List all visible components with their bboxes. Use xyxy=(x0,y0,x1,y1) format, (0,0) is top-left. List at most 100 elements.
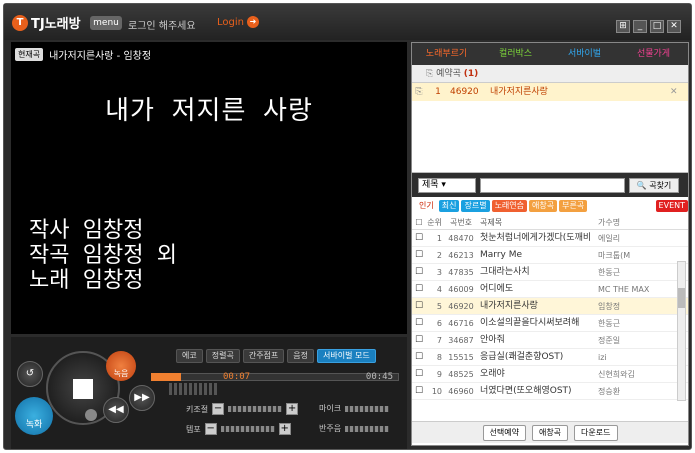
song-code: 46009 xyxy=(448,285,474,294)
filter-chip[interactable]: 부른곡 xyxy=(559,200,588,212)
filter-chip[interactable]: 노래연습 xyxy=(491,200,528,212)
song-row[interactable]: ☐ 7 34687 안아줘 정준일 xyxy=(412,332,688,349)
tempo-slider[interactable] xyxy=(220,426,275,432)
song-title: 내가저지른사랑 xyxy=(480,301,538,311)
tab-sing[interactable]: 노래부르기 xyxy=(412,43,481,65)
now-playing-title: 내가저지른사랑 - 임창정 xyxy=(49,51,152,62)
key-up-button[interactable]: + xyxy=(286,403,299,415)
panel-tabs: 노래부르기 컬러박스 서바이벌 선물가게 xyxy=(412,43,688,65)
row-checkbox[interactable]: ☐ xyxy=(412,315,426,331)
seek-track[interactable] xyxy=(151,373,399,381)
filter-chip[interactable]: EVENT xyxy=(655,200,688,212)
stop-icon[interactable] xyxy=(73,379,93,399)
song-rank: 1 xyxy=(436,234,442,243)
accomp-volume-slider[interactable] xyxy=(345,425,390,432)
row-checkbox[interactable]: ☐ xyxy=(412,247,426,263)
reserve-selected-button[interactable]: 선택예약 xyxy=(482,424,526,441)
search-field-select[interactable]: 제목 ▾ xyxy=(418,177,476,193)
song-row[interactable]: ☐ 4 46009 어디에도 MC THE MAX xyxy=(412,281,688,298)
song-list-header: ☐ 순위 곡번호 곡제목 가수명 xyxy=(412,215,688,230)
row-checkbox[interactable]: ☐ xyxy=(412,349,426,365)
tab-colorbox[interactable]: 컬러박스 xyxy=(481,43,550,65)
replay-icon[interactable]: ↺ xyxy=(17,361,43,387)
now-playing: 현재곡 내가저지른사랑 - 임창정 xyxy=(15,47,151,62)
song-rank: 10 xyxy=(431,387,442,396)
song-row[interactable]: ☐ 5 46920 내가저지른사랑 임창정 xyxy=(412,298,688,315)
filter-chip[interactable]: 인기 xyxy=(416,200,437,212)
player-controls: ↺ ▶▶ ◀◀ 녹화 녹음 에코 정렬곡 간주점프 음정 서바이벌 모드 00:… xyxy=(11,337,407,449)
reorder-icon[interactable]: ⎘ xyxy=(412,83,426,101)
song-row[interactable]: ☐ 2 46213 Marry Me 마크툽(M xyxy=(412,247,688,264)
select-all-checkbox[interactable]: ☐ xyxy=(412,215,426,229)
lyrics-screen: 현재곡 내가저지른사랑 - 임창정 내가 저지른 사랑 작사 임창정 작곡 임창… xyxy=(11,42,407,334)
song-code: 47835 xyxy=(448,268,474,277)
row-checkbox[interactable]: ☐ xyxy=(412,230,426,246)
menu-button[interactable]: menu xyxy=(90,16,122,30)
search-input[interactable] xyxy=(480,177,625,193)
record-label: 녹화 xyxy=(25,420,43,430)
seek-fill xyxy=(151,373,181,381)
song-title: 어디에도 xyxy=(480,284,514,294)
tempo-up-button[interactable]: + xyxy=(278,423,291,435)
prev-icon[interactable]: ◀◀ xyxy=(103,397,129,423)
reserved-song-row[interactable]: ⎘ 1 46920 내가저지른사랑 ✕ xyxy=(412,83,688,101)
mode-echo[interactable]: 에코 xyxy=(176,349,203,363)
song-row[interactable]: ☐ 9 48525 오래야 신현희와김 xyxy=(412,366,688,383)
scroll-thumb[interactable] xyxy=(678,288,685,308)
song-list: ☐ 1 48470 첫눈처럼너에게가겠다(도깨비 에일리 ☐ 2 46213 Marry Me 마… xyxy=(412,230,688,400)
sing-record-button[interactable]: 녹음 xyxy=(106,351,136,381)
mic-volume-slider[interactable] xyxy=(345,405,390,412)
minimize-icon[interactable]: _ xyxy=(633,20,647,33)
header-code: 곡번호 xyxy=(449,218,473,227)
search-button[interactable]: 🔍 곡찾기 xyxy=(629,177,679,193)
login-button[interactable]: Login ➜ xyxy=(217,16,259,28)
song-artist: 한동근 xyxy=(598,319,621,328)
song-row[interactable]: ☐ 1 48470 첫눈처럼너에게가겠다(도깨비 에일리 xyxy=(412,230,688,247)
search-button-label: 곡찾기 xyxy=(649,180,672,190)
key-down-button[interactable]: − xyxy=(212,403,225,415)
song-list-scrollbar[interactable] xyxy=(677,261,686,401)
filter-chip[interactable]: 애창곡 xyxy=(529,200,558,212)
header-title: 곡제목 xyxy=(480,218,503,227)
favorite-button[interactable]: 애창곡 xyxy=(531,424,569,441)
row-checkbox[interactable]: ☐ xyxy=(412,383,426,399)
song-artist: 에일리 xyxy=(598,234,621,243)
song-artist: 신현희와김 xyxy=(598,370,635,379)
row-checkbox[interactable]: ☐ xyxy=(412,264,426,280)
mode-pitch[interactable]: 음정 xyxy=(287,349,315,363)
mode-interlude-skip[interactable]: 간주점프 xyxy=(242,349,285,363)
logo-mark-icon: T xyxy=(12,14,28,31)
key-slider[interactable] xyxy=(228,406,283,412)
mode-sorted[interactable]: 정렬곡 xyxy=(205,349,240,363)
search-bar: 제목 ▾ 🔍 곡찾기 xyxy=(412,173,688,197)
filter-chip[interactable]: 장르별 xyxy=(461,200,490,212)
song-credits: 작사 임창정 작곡 임창정 외 노래 임창정 xyxy=(29,218,177,293)
row-checkbox[interactable]: ☐ xyxy=(412,281,426,297)
row-checkbox[interactable]: ☐ xyxy=(412,366,426,382)
search-field-value: 제목 xyxy=(422,179,439,190)
song-artist: izi xyxy=(598,353,607,362)
tab-gift-shop[interactable]: 선물가게 xyxy=(619,43,688,65)
download-button[interactable]: 다운로드 xyxy=(574,424,618,441)
close-icon[interactable]: ✕ xyxy=(667,20,681,33)
tempo-down-button[interactable]: − xyxy=(204,423,217,435)
song-row[interactable]: ☐ 6 46716 이소설의끝을다시써보려해 한동근 xyxy=(412,315,688,332)
filter-chip[interactable]: 최신 xyxy=(438,200,460,212)
tab-survival[interactable]: 서바이벌 xyxy=(550,43,619,65)
song-row[interactable]: ☐ 10 46960 너였다면(또오해영OST) 정승환 xyxy=(412,383,688,400)
song-artist: 한동근 xyxy=(598,268,621,277)
row-checkbox[interactable]: ☐ xyxy=(412,298,426,314)
sing-label: 녹음 xyxy=(113,369,129,378)
remove-reservation-icon[interactable]: ✕ xyxy=(670,83,678,101)
song-title: 너였다면(또오해영OST) xyxy=(480,386,572,396)
next-icon[interactable]: ▶▶ xyxy=(129,385,155,411)
maximize-icon[interactable]: □ xyxy=(650,20,664,33)
row-checkbox[interactable]: ☐ xyxy=(412,332,426,348)
song-row[interactable]: ☐ 8 15515 응급실(쾌걸춘향OST) izi xyxy=(412,349,688,366)
list-actions: 선택예약 애창곡 다운로드 xyxy=(412,421,688,443)
record-button[interactable]: 녹화 xyxy=(15,397,53,435)
layout-icon[interactable]: ⊞ xyxy=(616,20,630,33)
mode-survival[interactable]: 서바이벌 모드 xyxy=(317,349,376,363)
song-row[interactable]: ☐ 3 47835 그대라는사치 한동근 xyxy=(412,264,688,281)
song-rank: 8 xyxy=(436,353,442,362)
